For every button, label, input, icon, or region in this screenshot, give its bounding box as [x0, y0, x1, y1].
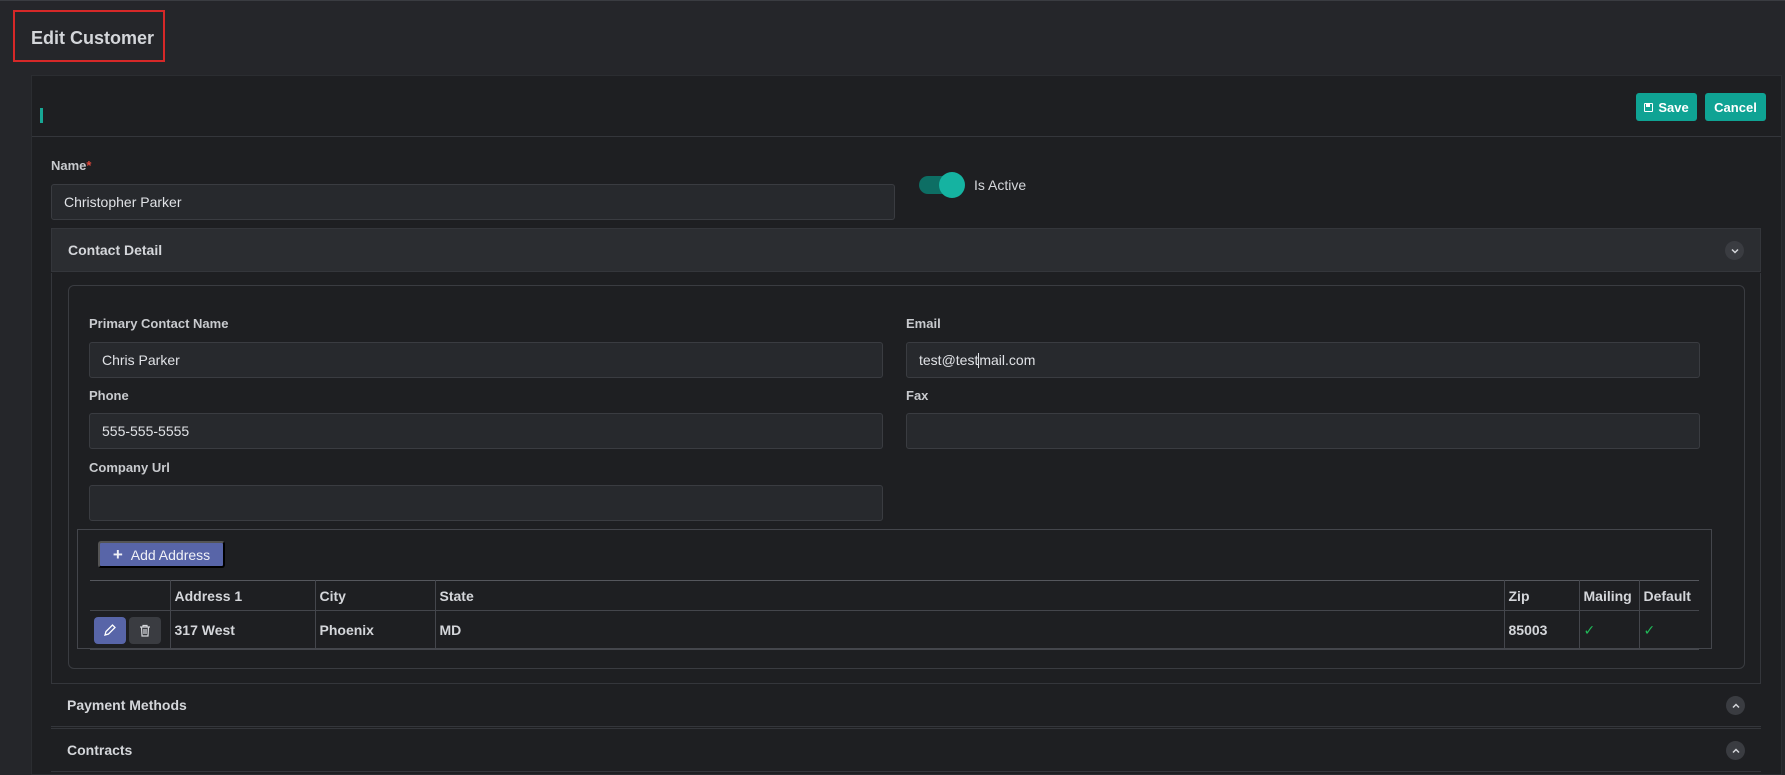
- column-header-actions: [90, 580, 171, 611]
- is-active-toggle[interactable]: [919, 172, 965, 198]
- table-row: 317 West Phoenix MD 85003 ✓ ✓: [90, 610, 1699, 650]
- header-accent: [40, 108, 43, 123]
- chevron-up-icon[interactable]: [1726, 696, 1745, 715]
- trash-icon[interactable]: [129, 616, 161, 644]
- fax-input[interactable]: [906, 413, 1700, 449]
- cancel-button[interactable]: Cancel: [1705, 93, 1766, 121]
- pencil-icon[interactable]: [94, 616, 126, 644]
- column-header-state[interactable]: State: [434, 580, 1505, 611]
- company-url-label: Company Url: [89, 460, 170, 475]
- fax-label: Fax: [906, 388, 929, 403]
- column-header-zip[interactable]: Zip: [1503, 580, 1580, 611]
- cell-city: Phoenix: [314, 610, 436, 650]
- cell-state: MD: [434, 610, 1505, 650]
- phone-input[interactable]: 555-555-5555: [89, 413, 883, 449]
- contact-detail-header[interactable]: Contact Detail: [51, 228, 1761, 272]
- table-header-row: Address 1 City State Zip Mailing Default: [90, 580, 1699, 611]
- column-header-default[interactable]: Default: [1638, 580, 1699, 611]
- column-header-city[interactable]: City: [314, 580, 436, 611]
- cell-zip: 85003: [1503, 610, 1580, 650]
- chevron-up-icon[interactable]: [1726, 741, 1745, 760]
- toggle-knob: [939, 172, 965, 198]
- name-input[interactable]: Christopher Parker: [51, 184, 895, 220]
- primary-contact-label: Primary Contact Name: [89, 316, 229, 331]
- save-button[interactable]: Save: [1636, 93, 1697, 121]
- chevron-down-icon[interactable]: [1725, 241, 1744, 260]
- is-active-label: Is Active: [974, 177, 1027, 193]
- company-url-input[interactable]: [89, 485, 883, 521]
- cell-address1: 317 West: [169, 610, 316, 650]
- email-label: Email: [906, 316, 941, 331]
- plus-icon: +: [112, 545, 123, 564]
- email-input[interactable]: test@test mail.com: [906, 342, 1700, 378]
- phone-label: Phone: [89, 388, 129, 403]
- contracts-header[interactable]: Contracts: [51, 728, 1761, 772]
- page-title: Edit Customer: [31, 28, 155, 48]
- name-label: Name*: [51, 158, 92, 173]
- column-header-address1[interactable]: Address 1: [169, 580, 316, 611]
- save-label: Save: [1658, 99, 1689, 115]
- add-address-button[interactable]: + Add Address: [98, 541, 225, 568]
- address-table: Address 1 City State Zip Mailing Default…: [90, 580, 1699, 650]
- top-divider: [0, 0, 1785, 1]
- primary-contact-input[interactable]: Chris Parker: [89, 342, 883, 378]
- card-header: Save Cancel: [32, 76, 1781, 137]
- required-mark: *: [86, 158, 92, 173]
- payment-methods-header[interactable]: Payment Methods: [51, 683, 1761, 727]
- save-icon: [1644, 102, 1654, 112]
- column-header-mailing[interactable]: Mailing: [1578, 580, 1640, 611]
- row-actions: [90, 610, 171, 650]
- cell-mailing-check: ✓: [1578, 610, 1640, 650]
- cell-default-check: ✓: [1638, 610, 1699, 650]
